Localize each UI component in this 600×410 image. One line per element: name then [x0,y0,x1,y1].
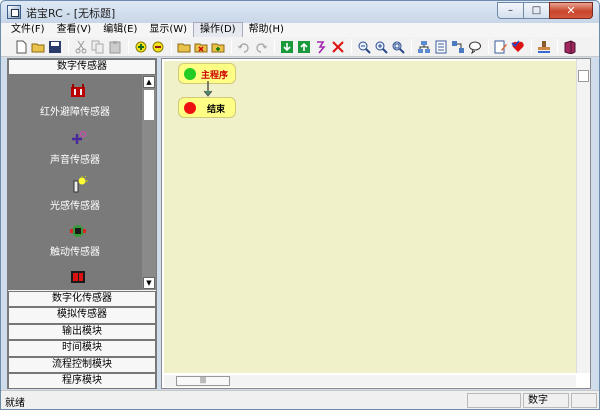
zoom-remove-icon[interactable] [150,39,166,55]
stamp-icon[interactable] [536,39,552,55]
toolbar-separator [68,39,69,54]
save-icon[interactable] [47,39,63,55]
canvas-vertical-scrollbar[interactable] [576,59,590,373]
sensor-label: 触动传感器 [50,247,100,258]
minimize-button[interactable]: – [497,2,523,19]
zoom-in-icon[interactable] [373,39,389,55]
window-controls: – □ ✕ [497,2,593,20]
sensor-item-touch[interactable]: 触动传感器 [8,219,142,265]
upload-arrow-icon[interactable] [296,39,312,55]
scrollbar-thumb[interactable] [578,70,589,82]
sensor-label: 光感传感器 [50,201,100,212]
status-mode: 数字 [523,393,569,408]
menu-operate[interactable]: 操作(D) [193,22,243,38]
scroll-down-icon[interactable]: ▼ [143,277,155,289]
open-folder-icon[interactable] [30,39,46,55]
chat-bubble-icon[interactable] [467,39,483,55]
menu-display[interactable]: 显示(W) [143,23,193,37]
node-end[interactable]: 结束 [178,97,236,118]
sensor-item-light[interactable]: 光感传感器 [8,173,142,219]
folder-open-icon[interactable] [176,39,192,55]
sensor-label: 声音传感器 [50,155,100,166]
status-bar: 就绪 数字 [1,390,599,409]
redo-icon[interactable] [253,39,269,55]
sort-icon[interactable] [313,39,329,55]
light-sensor-icon [73,175,88,193]
scroll-up-icon[interactable]: ▲ [143,76,155,88]
folder-delete-icon[interactable] [193,39,209,55]
undo-icon[interactable] [236,39,252,55]
toolbar-separator [488,39,489,54]
toolbar-separator [128,39,129,54]
palette-scrollbar[interactable]: ▲ ▼ [142,75,156,290]
sensor-item-sound[interactable]: 声音传感器 [8,127,142,173]
toolbar-separator [171,39,172,54]
paste-icon[interactable] [107,39,123,55]
touch-sensor-icon [70,225,86,237]
toolbar-separator [231,39,232,54]
category-digital-sensor[interactable]: 数字传感器 [8,59,156,75]
edit-document-icon[interactable] [493,39,509,55]
flowchart-icon[interactable] [416,39,432,55]
toolbar-separator [557,39,558,54]
window-title: 诺宝RC - [无标题] [26,7,116,20]
category-time-module[interactable]: 时间模块 [8,340,156,357]
title-bar[interactable]: 诺宝RC - [无标题] – □ ✕ [1,1,599,23]
menu-file[interactable]: 文件(F) [5,23,51,37]
copy-icon[interactable] [90,39,106,55]
canvas-area[interactable]: 主程序 结束 [164,61,576,373]
infrared-sensor-icon [71,84,85,97]
help-book-icon[interactable] [562,39,578,55]
zoom-out-icon[interactable] [356,39,372,55]
status-text: 就绪 [5,398,25,409]
menu-view[interactable]: 查看(V) [51,23,98,37]
sensor-item-infrared[interactable]: 红外避障传感器 [8,79,142,125]
node-label: 结束 [207,105,226,115]
app-icon[interactable] [7,5,21,19]
category-list: 数字化传感器 模拟传感器 输出模块 时间模块 流程控制模块 程序模块 [8,291,156,390]
sensor-icon-partial [71,271,85,283]
category-analog-sensor[interactable]: 模拟传感器 [8,307,156,324]
status-cell-empty [571,393,597,408]
module-panel: 数字传感器 红外避障传感器 声音传感器 光感传感器 触动传感器 ▲ ▼ 数字化传… [7,58,157,390]
category-program-module[interactable]: 程序模块 [8,372,156,390]
sensor-palette: 红外避障传感器 声音传感器 光感传感器 触动传感器 ▲ ▼ [8,75,156,290]
app-window: 诺宝RC - [无标题] – □ ✕ 文件(F) 查看(V) 编辑(E) 显示(… [0,0,600,410]
status-cell-empty [467,393,521,408]
heart-check-icon[interactable] [510,39,526,55]
flowchart-canvas[interactable]: 主程序 结束 ||| [161,58,591,389]
node-label: 主程序 [201,71,229,81]
scrollbar-thumb[interactable]: ||| [176,376,230,386]
menu-edit[interactable]: 编辑(E) [97,23,143,37]
new-file-icon[interactable] [13,39,29,55]
end-dot-icon [184,102,196,114]
menu-bar: 文件(F) 查看(V) 编辑(E) 显示(W) 操作(D) 帮助(H) [1,22,599,38]
sound-sensor-icon [72,131,86,144]
zoom-add-icon[interactable] [133,39,149,55]
network-icon[interactable] [450,39,466,55]
toolbar-separator [411,39,412,54]
toolbar-separator [274,39,275,54]
toolbar [1,37,599,57]
category-flow-control[interactable]: 流程控制模块 [8,356,156,373]
document-icon[interactable] [433,39,449,55]
folder-add-icon[interactable] [210,39,226,55]
sensor-item-partial[interactable] [8,265,142,290]
menu-help[interactable]: 帮助(H) [243,23,290,37]
cut-icon[interactable] [73,39,89,55]
canvas-horizontal-scrollbar[interactable]: ||| [164,375,576,387]
start-dot-icon [184,68,196,80]
scrollbar-thumb[interactable] [143,89,155,121]
category-output-module[interactable]: 输出模块 [8,323,156,341]
toolbar-separator [531,39,532,54]
zoom-fit-icon[interactable] [390,39,406,55]
category-digitized-sensor[interactable]: 数字化传感器 [8,291,156,308]
sensor-label: 红外避障传感器 [40,107,110,118]
close-button[interactable]: ✕ [549,2,593,19]
download-arrow-icon[interactable] [279,39,295,55]
toolbar-separator [351,39,352,54]
delete-x-icon[interactable] [330,39,346,55]
maximize-button[interactable]: □ [523,2,549,19]
